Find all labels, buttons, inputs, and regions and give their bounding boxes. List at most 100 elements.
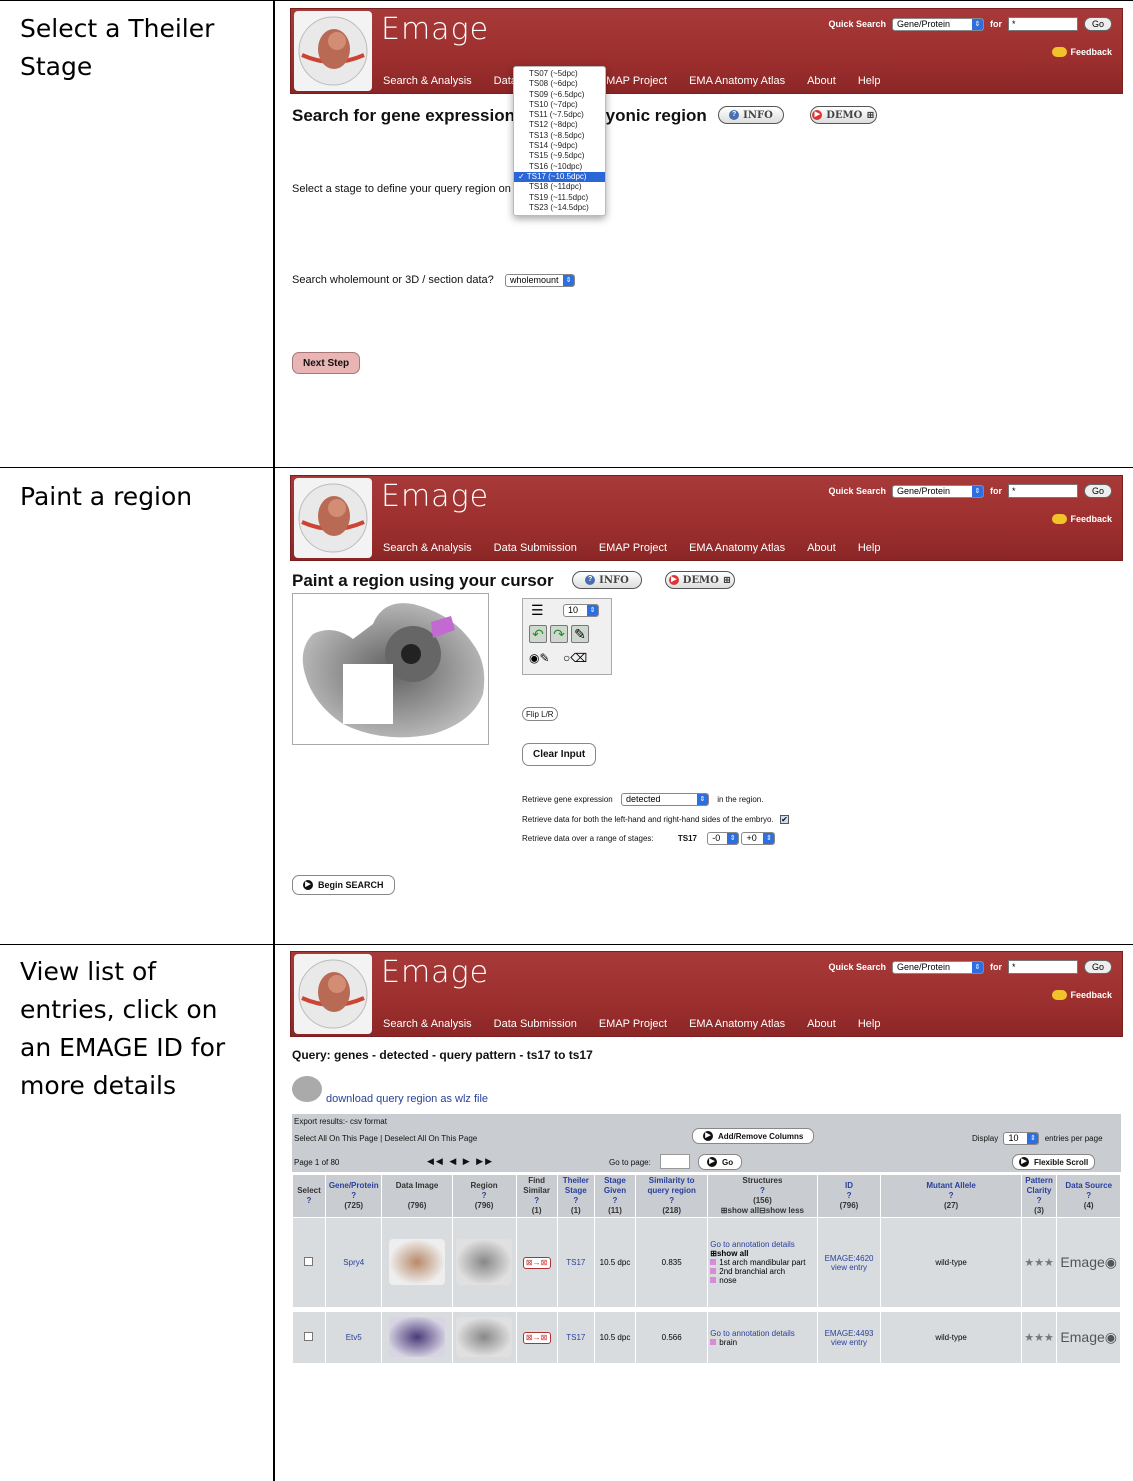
- column-header[interactable]: Stage Given? (11): [593, 1174, 637, 1218]
- data-image[interactable]: [381, 1217, 453, 1308]
- stage-dropdown[interactable]: TS07 (~5dpc) TS08 (~6dpc) TS09 (~6.5dpc) TS…: [513, 66, 606, 217]
- quick-search-select[interactable]: Gene/Protein ⇕: [891, 484, 984, 498]
- eraser-tool-radio[interactable]: ○⌫: [563, 651, 587, 665]
- row-checkbox[interactable]: [292, 1217, 326, 1308]
- column-header[interactable]: Data Source? (4): [1056, 1174, 1121, 1218]
- nav-data-submission[interactable]: Data Submission: [494, 1018, 577, 1030]
- stage-option[interactable]: TS11 (~7.5dpc): [514, 110, 605, 120]
- stage-option[interactable]: TS13 (~8.5dpc): [514, 131, 605, 141]
- region-image[interactable]: [451, 1311, 517, 1364]
- column-header[interactable]: Data Image (796): [381, 1174, 453, 1218]
- goto-go-button[interactable]: ▶ Go: [698, 1154, 743, 1170]
- info-button[interactable]: ? INFO: [572, 571, 642, 589]
- go-button[interactable]: Go: [1083, 484, 1112, 498]
- annotation-link[interactable]: Go to annotation details: [710, 1329, 814, 1338]
- select-all-link[interactable]: Select All On This Page: [294, 1134, 378, 1143]
- stage-plus-select[interactable]: +0 ⇕: [741, 832, 776, 845]
- stage-option[interactable]: TS10 (~7dpc): [514, 100, 605, 110]
- quick-search-input[interactable]: *: [1007, 17, 1078, 31]
- column-header[interactable]: Mutant Allele? (27): [880, 1174, 1022, 1218]
- download-link[interactable]: download query region as wlz file: [326, 1093, 488, 1105]
- both-sides-checkbox[interactable]: ✔: [779, 815, 789, 824]
- stage-option[interactable]: ✓ TS17 (~10.5dpc): [514, 171, 605, 183]
- stage-option[interactable]: TS15 (~9.5dpc): [514, 151, 605, 161]
- nav-help[interactable]: Help: [858, 75, 881, 87]
- stage-option[interactable]: TS09 (~6.5dpc): [514, 90, 605, 100]
- column-header[interactable]: Similarity to query region? (218): [635, 1174, 709, 1218]
- data-image[interactable]: [381, 1311, 453, 1364]
- region-image[interactable]: [451, 1217, 517, 1308]
- stage-link[interactable]: TS17: [556, 1311, 595, 1364]
- go-button[interactable]: Go: [1083, 960, 1112, 974]
- demo-button[interactable]: ▶ DEMO ⊞: [665, 571, 735, 589]
- row-checkbox[interactable]: [292, 1311, 326, 1364]
- nav-help[interactable]: Help: [858, 542, 881, 554]
- stage-option[interactable]: TS19 (~11.5dpc): [514, 193, 605, 203]
- nav-search-analysis[interactable]: Search & Analysis: [383, 1018, 472, 1030]
- nav-search-analysis[interactable]: Search & Analysis: [383, 542, 472, 554]
- flexible-scroll-button[interactable]: ▶ Flexible Scroll: [1012, 1154, 1096, 1170]
- nav-about[interactable]: About: [807, 75, 836, 87]
- nav-search-analysis[interactable]: Search & Analysis: [383, 75, 472, 87]
- nav-help[interactable]: Help: [858, 1018, 881, 1030]
- emage-id-link[interactable]: EMAGE:4493: [820, 1329, 879, 1338]
- stage-option[interactable]: TS07 (~5dpc): [514, 69, 605, 79]
- nav-emap-project[interactable]: EMAP Project: [599, 75, 667, 87]
- quick-search-select[interactable]: Gene/Protein ⇕: [891, 960, 984, 974]
- stage-option[interactable]: TS23 (~14.5dpc): [514, 203, 605, 213]
- brush-size-select[interactable]: 10 ⇕: [563, 604, 599, 617]
- expression-select[interactable]: detected ⇕: [620, 793, 709, 806]
- column-header[interactable]: Theiler Stage? (1): [556, 1174, 595, 1218]
- redo-icon[interactable]: ↷: [550, 625, 568, 643]
- stage-minus-select[interactable]: -0 ⇕: [707, 832, 740, 845]
- quick-search-input[interactable]: *: [1007, 960, 1078, 974]
- column-header[interactable]: Gene/Protein? (725): [324, 1174, 383, 1218]
- pencil-tool-radio[interactable]: ◉✎: [529, 651, 550, 665]
- demo-button[interactable]: ▶ DEMO ⊞: [810, 106, 877, 124]
- goto-page-input[interactable]: [660, 1154, 690, 1169]
- nav-ema-atlas[interactable]: EMA Anatomy Atlas: [689, 1018, 785, 1030]
- embryo-canvas[interactable]: [292, 593, 489, 745]
- annotation-link[interactable]: Go to annotation details: [710, 1240, 814, 1249]
- column-header[interactable]: Find Similar? (1): [515, 1174, 558, 1218]
- emage-logo[interactable]: [294, 478, 372, 558]
- pager-arrows[interactable]: ◀◀ ◀ ▶ ▶▶: [427, 1156, 494, 1167]
- data-type-select[interactable]: wholemount ⇕: [505, 274, 575, 287]
- clear-input-button[interactable]: Clear Input: [522, 743, 597, 766]
- find-similar-button[interactable]: ⊠→⊠: [515, 1311, 558, 1364]
- nav-about[interactable]: About: [807, 542, 836, 554]
- clear-brush-icon[interactable]: ✎: [571, 625, 589, 643]
- feedback-link[interactable]: Feedback: [1052, 47, 1112, 57]
- flip-button[interactable]: Flip L/R: [522, 707, 558, 721]
- stage-option[interactable]: TS08 (~6dpc): [514, 79, 605, 89]
- nav-about[interactable]: About: [807, 1018, 836, 1030]
- stage-option[interactable]: TS16 (~10dpc): [514, 162, 605, 172]
- view-entry-link[interactable]: view entry: [820, 1263, 879, 1272]
- stage-option[interactable]: TS18 (~11dpc): [514, 182, 605, 192]
- display-select[interactable]: 10 ⇕: [1003, 1132, 1040, 1145]
- deselect-all-link[interactable]: Deselect All On This Page: [384, 1134, 477, 1143]
- begin-search-button[interactable]: ▶ Begin SEARCH: [292, 875, 395, 895]
- nav-ema-atlas[interactable]: EMA Anatomy Atlas: [689, 542, 785, 554]
- info-button[interactable]: ? INFO: [718, 106, 784, 124]
- go-button[interactable]: Go: [1083, 17, 1112, 31]
- emage-logo[interactable]: [294, 954, 372, 1034]
- emage-id-link[interactable]: EMAGE:4620: [820, 1254, 879, 1263]
- view-entry-link[interactable]: view entry: [820, 1338, 879, 1347]
- column-header[interactable]: Structures? (156) ⊞show all⊟show less: [707, 1174, 818, 1218]
- nav-data-submission[interactable]: Data Submission: [494, 542, 577, 554]
- column-header[interactable]: Pattern Clarity? (3): [1020, 1174, 1058, 1218]
- nav-emap-project[interactable]: EMAP Project: [599, 542, 667, 554]
- column-header[interactable]: Select?: [292, 1174, 326, 1218]
- emage-logo[interactable]: [294, 11, 372, 91]
- show-all-toggle[interactable]: ⊞show all: [710, 1249, 814, 1258]
- stage-link[interactable]: TS17: [556, 1217, 595, 1308]
- stage-option[interactable]: TS14 (~9dpc): [514, 141, 605, 151]
- quick-search-input[interactable]: *: [1007, 484, 1078, 498]
- gene-link[interactable]: Etv5: [324, 1311, 383, 1364]
- column-header[interactable]: ID? (796): [816, 1174, 882, 1218]
- find-similar-button[interactable]: ⊠→⊠: [515, 1217, 558, 1308]
- quick-search-select[interactable]: Gene/Protein ⇕: [891, 17, 984, 31]
- nav-emap-project[interactable]: EMAP Project: [599, 1018, 667, 1030]
- undo-icon[interactable]: ↶: [529, 625, 547, 643]
